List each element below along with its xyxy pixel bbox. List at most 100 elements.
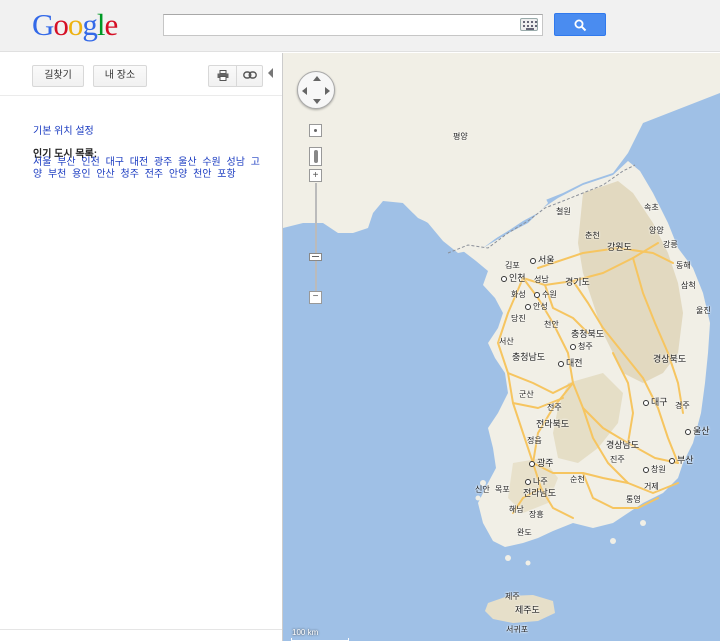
map-label-suncheon: 순천: [570, 475, 585, 484]
map-label-geoje: 거제: [644, 482, 659, 491]
search-button[interactable]: [554, 13, 606, 36]
set-default-location-link[interactable]: 기본 위치 설정: [33, 122, 94, 137]
city-link[interactable]: 전주: [145, 169, 163, 180]
map-label-seoul: 서울: [530, 253, 555, 266]
map-label-changwon: 창원: [643, 464, 666, 475]
logo-letter: G: [32, 7, 54, 42]
map-label-seogwipo: 서귀포: [506, 625, 529, 634]
map-label-cheongju: 청주: [570, 341, 593, 352]
map-label-donghae: 동해: [676, 261, 691, 270]
map-label-jeongeup: 정읍: [527, 436, 542, 445]
map-label-gimpo: 김포: [505, 261, 520, 270]
link-button[interactable]: [236, 65, 263, 87]
map-label-jeju-city: 제주: [505, 592, 520, 601]
search-box: [163, 14, 543, 36]
my-places-button[interactable]: 내 장소: [93, 65, 147, 87]
scale-label: 100 km: [292, 628, 319, 637]
city-link[interactable]: 서울: [33, 157, 51, 168]
map-label-seongnam: 성남: [534, 275, 549, 284]
map-label-anseong: 안성: [525, 301, 548, 312]
map-label-gwangju: 광주: [529, 456, 554, 469]
map-canvas[interactable]: 평양 철원 속초 양양 춘천 강원도 강릉 김포 서울 인천 성남 경기도 동해…: [283, 53, 720, 641]
map-label-tongyeong: 통영: [626, 495, 641, 504]
city-link[interactable]: 부산: [57, 157, 75, 168]
zoom-slider-track[interactable]: [315, 183, 317, 295]
pan-down-icon[interactable]: [313, 99, 321, 104]
logo-letter: o: [53, 7, 68, 42]
city-link[interactable]: 안산: [96, 169, 114, 180]
city-link[interactable]: 대전: [130, 157, 148, 168]
map-label-mokpo: 목포: [495, 485, 510, 494]
city-link[interactable]: 인천: [81, 157, 99, 168]
logo-letter: l: [96, 7, 106, 42]
top-bar: Google: [0, 0, 720, 52]
city-link[interactable]: 수원: [202, 157, 220, 168]
map-label-ulsan: 울산: [685, 424, 710, 437]
map-base-layer: [283, 53, 720, 623]
city-link[interactable]: 청주: [121, 169, 139, 180]
map-label-daejeon: 대전: [558, 356, 583, 369]
google-maps-app: Google 길찾기 내 장소 기본 위치 설정 인기 도시 목록: 서울 부산…: [0, 0, 720, 641]
popular-cities-list: 서울 부산 인천 대구 대전 광주 울산 수원 성남 고양 부천 용인 안산 청…: [33, 157, 263, 181]
map-label-samcheok: 삼척: [681, 281, 696, 290]
map-label-pyongyang: 평양: [453, 132, 468, 141]
zoom-in-button[interactable]: +: [309, 169, 322, 182]
map-label-chungbuk: 충청북도: [571, 329, 605, 339]
map-label-hwaseong: 화성: [511, 290, 526, 299]
city-link[interactable]: 울산: [178, 157, 196, 168]
city-link[interactable]: 용인: [72, 169, 90, 180]
map-label-gyeongbuk: 경상북도: [653, 354, 687, 364]
map-label-gunsan: 군산: [519, 390, 534, 399]
map-label-incheon: 인천: [501, 271, 526, 284]
search-input[interactable]: [164, 15, 514, 35]
map-label-sokcho: 속초: [644, 203, 659, 212]
print-button[interactable]: [208, 65, 237, 87]
map-label-yangyang: 양양: [649, 226, 664, 235]
pan-right-icon[interactable]: [325, 87, 330, 95]
map-label-jeonju: 전주: [547, 403, 562, 412]
collapse-panel-icon[interactable]: [268, 68, 273, 78]
map-label-daegu: 대구: [643, 395, 668, 408]
directions-button[interactable]: 길찾기: [32, 65, 84, 87]
map-label-jinju: 진주: [610, 455, 625, 464]
google-logo[interactable]: Google: [32, 7, 119, 43]
map-label-wando: 완도: [517, 528, 532, 537]
map-label-jeonnam: 전라남도: [523, 488, 557, 498]
city-link[interactable]: 포항: [217, 169, 235, 180]
map-label-sinan: 신안: [475, 485, 490, 494]
map-label-haenam: 해남: [509, 505, 524, 514]
map-label-busan: 부산: [669, 453, 694, 466]
logo-letter: g: [82, 7, 97, 42]
map-label-chungnam: 충청남도: [512, 352, 546, 362]
logo-letter: o: [67, 7, 83, 42]
magnifier-icon: [574, 19, 587, 32]
map-label-gangwon: 강원도: [607, 242, 632, 252]
city-link[interactable]: 부천: [48, 169, 66, 180]
panel-toolbar: 길찾기 내 장소: [0, 53, 282, 96]
city-link[interactable]: 천안: [193, 169, 211, 180]
map-label-gangneung: 강릉: [663, 240, 678, 249]
printer-icon: [217, 70, 228, 81]
city-link[interactable]: 성남: [227, 157, 245, 168]
map-label-dangjin: 당진: [511, 314, 526, 323]
map-label-seosan: 서산: [499, 337, 514, 346]
map-label-jangheung: 장흥: [529, 510, 544, 519]
map-label-suwon: 수원: [534, 289, 557, 300]
map-label-cheonan: 천안: [544, 320, 559, 329]
pan-left-icon[interactable]: [302, 87, 307, 95]
keyboard-icon[interactable]: [520, 18, 538, 31]
city-link[interactable]: 안양: [169, 169, 187, 180]
zoom-out-button[interactable]: −: [309, 291, 322, 304]
pan-up-icon[interactable]: [313, 76, 321, 81]
zoom-slider-thumb[interactable]: [309, 253, 322, 261]
panel-footer-divider: [0, 629, 282, 630]
city-link[interactable]: 대구: [106, 157, 124, 168]
logo-letter: e: [104, 7, 119, 42]
pan-control[interactable]: [297, 71, 335, 109]
reset-view-button[interactable]: [309, 124, 322, 137]
pegman-icon[interactable]: [309, 147, 322, 166]
map-label-chuncheon: 춘천: [585, 231, 600, 240]
city-link[interactable]: 광주: [154, 157, 172, 168]
map-label-cheorwon: 철원: [556, 207, 571, 216]
link-icon: [242, 71, 257, 79]
